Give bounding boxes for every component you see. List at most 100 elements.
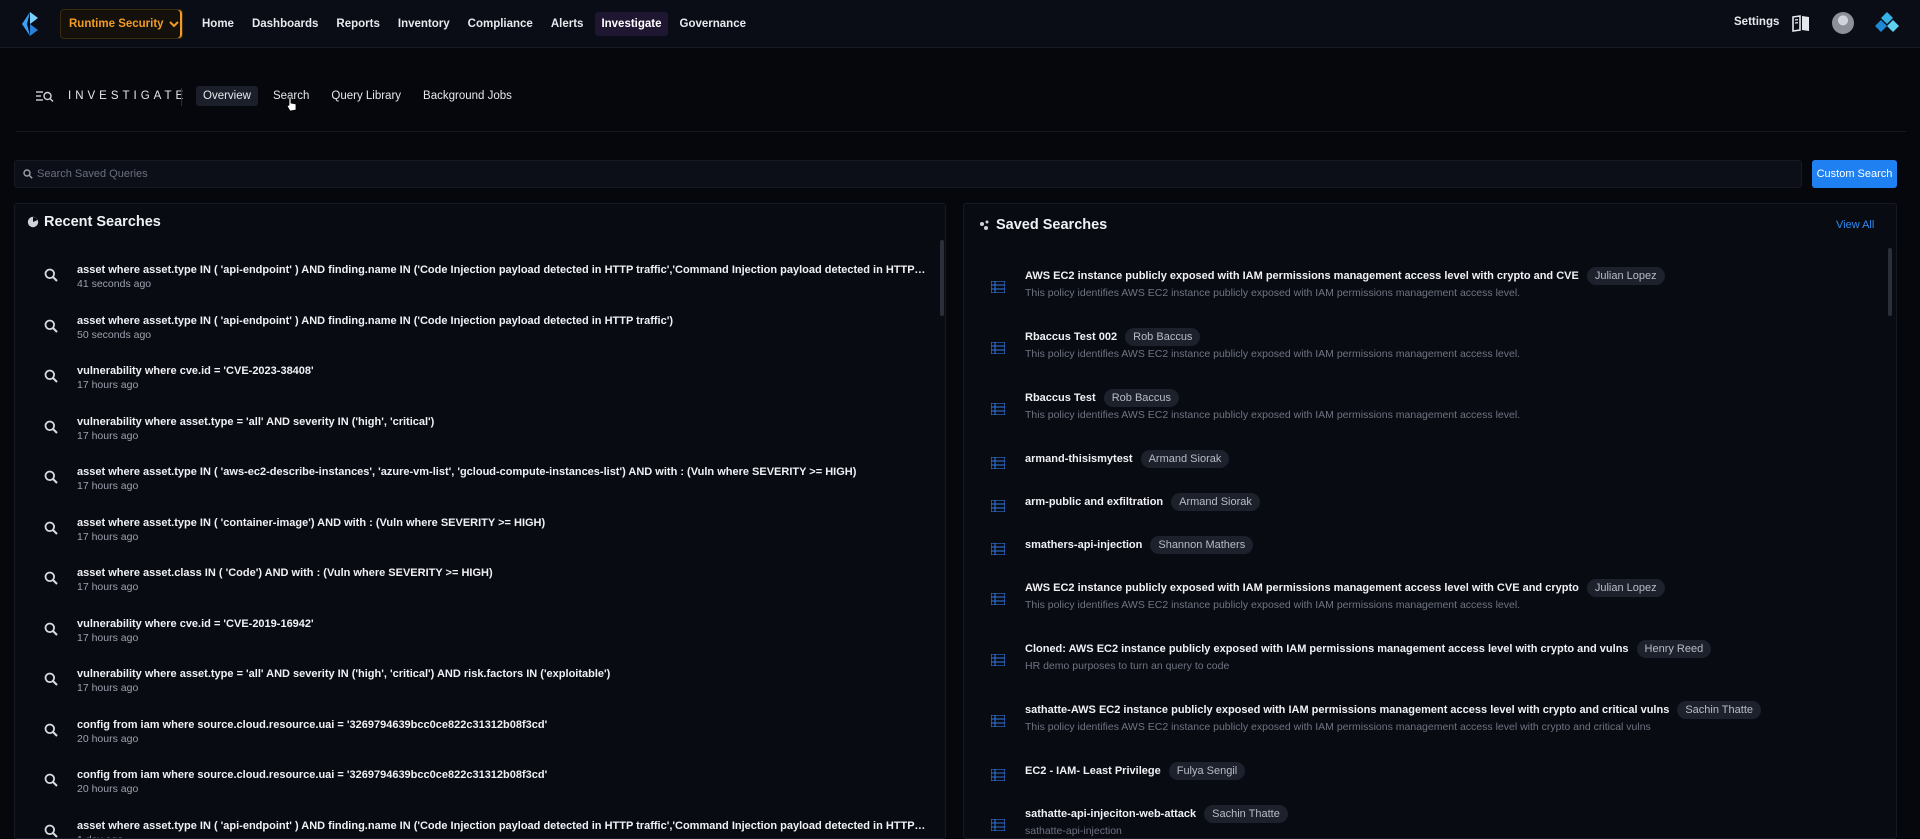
saved-search-name[interactable]: arm-public and exfiltration: [1025, 496, 1163, 508]
recent-search-item[interactable]: config from iam where source.cloud.resou…: [15, 711, 935, 762]
view-all-link[interactable]: View All: [1836, 219, 1874, 231]
saved-scrollbar[interactable]: [1888, 248, 1892, 316]
saved-queries-search[interactable]: [14, 160, 1802, 188]
recent-searches-panel: Recent Searches asset where asset.type I…: [14, 203, 946, 839]
saved-search-name[interactable]: EC2 - IAM- Least Privilege: [1025, 765, 1161, 777]
saved-search-name[interactable]: AWS EC2 instance publicly exposed with I…: [1025, 582, 1579, 594]
saved-search-name-row: Rbaccus Test Rob Baccus: [1025, 389, 1180, 407]
list-icon: [991, 715, 1005, 727]
saved-search-item[interactable]: sathatte-api-injeciton-web-attack Sachin …: [964, 795, 1884, 838]
recent-search-query[interactable]: asset where asset.type IN ( 'container-i…: [77, 517, 927, 529]
nav-compliance[interactable]: Compliance: [462, 12, 539, 36]
recent-search-item[interactable]: asset where asset.class IN ( 'Code') AND…: [15, 559, 935, 610]
owner-badge: Armand Siorak: [1171, 493, 1260, 511]
nav-investigate[interactable]: Investigate: [595, 12, 668, 36]
recent-search-query[interactable]: vulnerability where asset.type = 'all' A…: [77, 416, 927, 428]
recent-search-item[interactable]: vulnerability where asset.type = 'all' A…: [15, 660, 935, 711]
list-icon: [991, 769, 1005, 781]
recent-searches-list: asset where asset.type IN ( 'api-endpoin…: [15, 256, 935, 838]
recent-search-time: 17 hours ago: [77, 530, 139, 543]
brand-logo-icon[interactable]: [18, 12, 40, 36]
saved-search-item[interactable]: sathatte-AWS EC2 instance publicly expos…: [964, 691, 1884, 752]
saved-search-item[interactable]: EC2 - IAM- Least Privilege Fulya Sengil: [964, 752, 1884, 795]
nav-governance[interactable]: Governance: [674, 12, 752, 36]
saved-search-description: This policy identifies AWS EC2 instance …: [1025, 348, 1521, 360]
saved-search-name[interactable]: AWS EC2 instance publicly exposed with I…: [1025, 270, 1579, 282]
owner-badge: Henry Reed: [1636, 640, 1712, 658]
recent-search-item[interactable]: vulnerability where cve.id = 'CVE-2019-1…: [15, 610, 935, 661]
recent-search-item[interactable]: config from iam where source.cloud.resou…: [15, 761, 935, 812]
saved-search-item[interactable]: AWS EC2 instance publicly exposed with I…: [964, 257, 1884, 318]
saved-searches-list: AWS EC2 instance publicly exposed with I…: [964, 257, 1884, 838]
nav-alerts[interactable]: Alerts: [545, 12, 590, 36]
app-switcher-button[interactable]: Runtime Security: [60, 9, 183, 39]
saved-search-name[interactable]: smathers-api-injection: [1025, 539, 1142, 551]
recent-search-query[interactable]: vulnerability where cve.id = 'CVE-2019-1…: [77, 618, 927, 630]
search-icon: [44, 571, 58, 585]
saved-search-name[interactable]: sathatte-AWS EC2 instance publicly expos…: [1025, 704, 1669, 716]
recent-search-query[interactable]: config from iam where source.cloud.resou…: [77, 719, 927, 731]
search-icon: [44, 773, 58, 787]
search-icon: [44, 824, 58, 838]
search-icon: [44, 319, 58, 333]
recent-search-query[interactable]: config from iam where source.cloud.resou…: [77, 769, 927, 781]
tab-overview[interactable]: Overview: [196, 86, 258, 106]
saved-search-name-row: EC2 - IAM- Least Privilege Fulya Sengil: [1025, 762, 1246, 780]
list-icon: [991, 403, 1005, 415]
saved-search-name[interactable]: armand-thisismytest: [1025, 453, 1133, 465]
tab-query-library[interactable]: Query Library: [324, 86, 408, 106]
nav-dashboards[interactable]: Dashboards: [246, 12, 324, 36]
recent-search-query[interactable]: asset where asset.type IN ( 'aws-ec2-des…: [77, 466, 927, 478]
search-icon: [44, 723, 58, 737]
owner-badge: Rob Baccus: [1125, 328, 1201, 346]
saved-search-name-row: Cloned: AWS EC2 instance publicly expose…: [1025, 640, 1712, 658]
history-icon: [27, 216, 39, 228]
recent-search-item[interactable]: vulnerability where cve.id = 'CVE-2023-3…: [15, 357, 935, 408]
recent-search-query[interactable]: vulnerability where cve.id = 'CVE-2023-3…: [77, 365, 927, 377]
recent-search-query[interactable]: asset where asset.class IN ( 'Code') AND…: [77, 567, 927, 579]
recent-search-time: 17 hours ago: [77, 480, 139, 492]
recent-search-query[interactable]: asset where asset.type IN ( 'api-endpoin…: [77, 820, 927, 832]
owner-badge: Rob Baccus: [1103, 389, 1180, 407]
recent-search-item[interactable]: asset where asset.type IN ( 'api-endpoin…: [15, 307, 935, 358]
docs-book-icon[interactable]: [1791, 13, 1811, 33]
settings-link[interactable]: Settings: [1734, 16, 1779, 28]
recent-search-query[interactable]: asset where asset.type IN ( 'api-endpoin…: [77, 264, 927, 276]
saved-search-item[interactable]: smathers-api-injection Shannon Mathers: [964, 526, 1884, 569]
recent-scrollbar[interactable]: [940, 240, 944, 316]
nav-reports[interactable]: Reports: [330, 12, 385, 36]
saved-search-item[interactable]: Rbaccus Test Rob Baccus This policy identi…: [964, 379, 1884, 440]
nav-inventory[interactable]: Inventory: [392, 12, 456, 36]
app-launcher-icon[interactable]: [1875, 11, 1899, 35]
saved-search-item[interactable]: Rbaccus Test 002 Rob Baccus This policy id…: [964, 318, 1884, 379]
saved-search-name-row: arm-public and exfiltration Armand Siorak: [1025, 493, 1260, 511]
recent-search-item[interactable]: vulnerability where asset.type = 'all' A…: [15, 408, 935, 459]
custom-search-button[interactable]: Custom Search: [1812, 160, 1897, 188]
saved-search-name[interactable]: sathatte-api-injeciton-web-attack: [1025, 808, 1196, 820]
saved-search-name-row: sathatte-api-injeciton-web-attack Sachin …: [1025, 805, 1288, 823]
saved-search-description: This policy identifies AWS EC2 instance …: [1025, 599, 1521, 611]
saved-search-description: This policy identifies AWS EC2 instance …: [1025, 409, 1521, 421]
list-icon: [991, 593, 1005, 605]
search-input[interactable]: [37, 168, 1737, 180]
recent-search-item[interactable]: asset where asset.type IN ( 'aws-ec2-des…: [15, 458, 935, 509]
saved-search-item[interactable]: AWS EC2 instance publicly exposed with I…: [964, 569, 1884, 630]
nav-home[interactable]: Home: [196, 12, 240, 36]
saved-search-name-row: Rbaccus Test 002 Rob Baccus: [1025, 328, 1201, 346]
saved-search-name[interactable]: Rbaccus Test: [1025, 392, 1096, 404]
user-avatar[interactable]: [1832, 12, 1854, 34]
recent-search-query[interactable]: asset where asset.type IN ( 'api-endpoin…: [77, 315, 927, 327]
recent-search-query[interactable]: vulnerability where asset.type = 'all' A…: [77, 668, 927, 680]
saved-search-name[interactable]: Cloned: AWS EC2 instance publicly expose…: [1025, 643, 1629, 655]
recent-search-item[interactable]: asset where asset.type IN ( 'api-endpoin…: [15, 812, 935, 838]
list-icon: [991, 281, 1005, 293]
saved-search-item[interactable]: arm-public and exfiltration Armand Siorak: [964, 483, 1884, 526]
recent-search-item[interactable]: asset where asset.type IN ( 'container-i…: [15, 509, 935, 560]
saved-search-item[interactable]: armand-thisismytest Armand Siorak: [964, 440, 1884, 483]
saved-search-item[interactable]: Cloned: AWS EC2 instance publicly expose…: [964, 630, 1884, 691]
saved-search-name[interactable]: Rbaccus Test 002: [1025, 331, 1117, 343]
recent-search-item[interactable]: asset where asset.type IN ( 'api-endpoin…: [15, 256, 935, 307]
recent-search-time: 20 hours ago: [77, 783, 139, 795]
tab-background-jobs[interactable]: Background Jobs: [416, 86, 519, 106]
owner-badge: Shannon Mathers: [1150, 536, 1254, 554]
